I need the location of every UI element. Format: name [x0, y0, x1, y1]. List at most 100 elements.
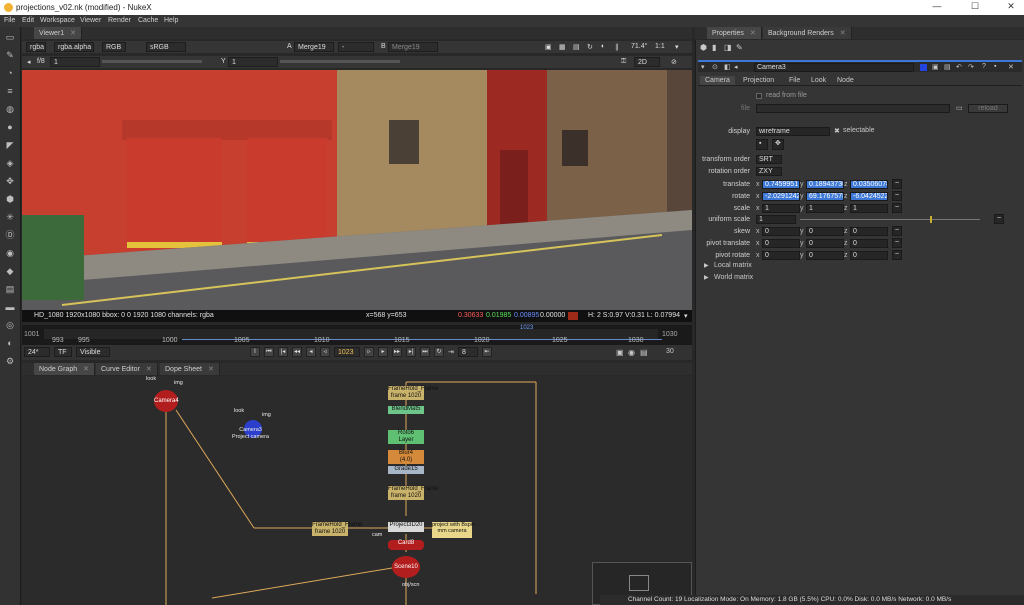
transform-order-dropdown[interactable]: SRT	[756, 155, 782, 164]
selectable-checkbox-icon[interactable]: ✖	[834, 127, 840, 135]
rotate-anim-icon[interactable]: ~	[892, 191, 902, 201]
out-point-button[interactable]: ⇤	[482, 347, 492, 357]
node-card[interactable]: Card8	[388, 540, 424, 550]
draw-icon[interactable]: ✎	[3, 49, 17, 61]
colorspace-dropdown[interactable]: sRGB	[146, 42, 186, 52]
close-icon[interactable]: ✕	[208, 366, 214, 373]
node-help-icon[interactable]: ⊙	[712, 63, 718, 71]
wipe-icon[interactable]: ⊘	[668, 57, 680, 67]
deep-icon[interactable]: Ⓓ	[3, 229, 17, 241]
input-b-dropdown[interactable]: Merge19	[388, 42, 438, 52]
node-tab-camera[interactable]: Camera	[700, 76, 735, 85]
tf-dropdown[interactable]: TF	[54, 347, 72, 357]
fps-dropdown[interactable]: 24*	[24, 347, 50, 357]
first-frame-button[interactable]: ⏮	[264, 347, 274, 357]
tab-background-renders[interactable]: Background Renders ✕	[763, 27, 852, 39]
pivot-translate-z-field[interactable]: 0	[850, 239, 888, 248]
play-forward-button[interactable]: ▸	[378, 347, 388, 357]
input-a-dropdown[interactable]: Merge19	[294, 42, 334, 52]
node-framehold-left[interactable]: FrameHold_Frame frame 1020	[312, 522, 362, 536]
transform-icon[interactable]: ✥	[3, 175, 17, 187]
next-key-button[interactable]: ▸|	[406, 347, 416, 357]
prev-frame-button[interactable]: ◃	[320, 347, 330, 357]
roi-icon[interactable]: ▣	[542, 42, 555, 52]
render-icon[interactable]: ▤	[640, 348, 648, 357]
skew-x-field[interactable]: 0	[762, 227, 800, 236]
local-matrix-label[interactable]: Local matrix	[714, 262, 752, 269]
menu-file[interactable]: File	[4, 17, 15, 24]
node-color-swatch[interactable]	[920, 64, 927, 71]
tab-properties[interactable]: Properties ✕	[707, 27, 762, 39]
3d-icon[interactable]: ⬢	[3, 193, 17, 205]
next-frame-button[interactable]: ▹	[364, 347, 374, 357]
menu-help[interactable]: Help	[164, 17, 178, 24]
capture-icon[interactable]: ◉	[628, 348, 635, 357]
tab-node-graph[interactable]: Node Graph ✕	[34, 363, 96, 375]
info-menu-icon[interactable]: ▾	[684, 312, 688, 320]
furnace-icon[interactable]: ◎	[3, 319, 17, 331]
uniform-scale-field[interactable]: 1	[756, 215, 796, 224]
redo-icon[interactable]: ↷	[968, 63, 974, 71]
settings-icon[interactable]: ⚙	[3, 355, 17, 367]
node-graph[interactable]: Camera4 look img Camera3 Project camera …	[22, 376, 692, 605]
skew-z-field[interactable]: 0	[850, 227, 888, 236]
gain-slider[interactable]	[102, 60, 202, 63]
node-settings-icon[interactable]: ◧	[724, 63, 731, 71]
gamma-field[interactable]: 1	[228, 57, 278, 67]
minimap-viewport[interactable]	[629, 575, 649, 591]
lock-icon[interactable]: ⚿	[618, 57, 629, 67]
particles-icon[interactable]: ✳	[3, 211, 17, 223]
pivot-translate-y-field[interactable]: 0	[806, 239, 844, 248]
views-icon[interactable]: ◉	[3, 247, 17, 259]
time-icon[interactable]: ◔	[3, 67, 17, 79]
node-project3d[interactable]: Project3D20	[388, 522, 424, 532]
close-icon[interactable]: ✕	[70, 30, 76, 37]
scale-x-field[interactable]: 1	[762, 204, 800, 213]
node-revert-icon[interactable]: ◂	[734, 63, 738, 71]
node-grade[interactable]: Grade15	[388, 466, 424, 474]
scale-y-field[interactable]: 1	[806, 204, 844, 213]
rotation-order-dropdown[interactable]: ZXY	[756, 167, 782, 176]
tab-viewer1[interactable]: Viewer1 ✕	[34, 27, 83, 39]
merge-icon[interactable]: ◈	[3, 157, 17, 169]
axis-button[interactable]: ▪	[756, 139, 768, 150]
move-button[interactable]: ✥	[772, 139, 784, 150]
node-blur[interactable]: Blur4 (4.0)	[388, 450, 424, 464]
compare-op-dropdown[interactable]: -	[338, 42, 374, 52]
scale-anim-icon[interactable]: ~	[892, 203, 902, 213]
refresh-icon[interactable]: ↻	[584, 42, 596, 52]
minimize-button[interactable]: —	[930, 1, 944, 13]
close-icon[interactable]: ✕	[750, 30, 756, 37]
node-tab-file[interactable]: File	[784, 76, 805, 85]
tab-dope-sheet[interactable]: Dope Sheet ✕	[160, 363, 220, 375]
clip-warning-icon[interactable]: ▦	[556, 42, 569, 52]
display-dropdown[interactable]: wireframe	[756, 127, 830, 136]
node-camera4[interactable]: Camera4	[154, 390, 179, 412]
flipbook-icon[interactable]: ▣	[616, 348, 624, 357]
play-backward-button[interactable]: ◂	[306, 347, 316, 357]
image-icon[interactable]: ▭	[3, 31, 17, 43]
file-path-field[interactable]	[756, 104, 950, 113]
rotate-y-field[interactable]: 69.1767578	[806, 192, 844, 201]
current-frame-marker[interactable]: 1023	[520, 325, 533, 331]
alpha-dropdown[interactable]: rgba.alpha	[54, 42, 94, 52]
node-tab-look[interactable]: Look	[806, 76, 831, 85]
pivot-rotate-anim-icon[interactable]: ~	[892, 250, 902, 260]
rotate-x-field[interactable]: -2.0291242	[762, 192, 800, 201]
menu-viewer[interactable]: Viewer	[80, 17, 101, 24]
collapse-icon[interactable]: ▾	[701, 63, 705, 71]
max-panels-icon[interactable]: ▮	[712, 43, 716, 52]
filter-icon[interactable]: ●	[3, 121, 17, 133]
viewer-menu-icon[interactable]: ▾	[672, 42, 682, 52]
channels-dropdown[interactable]: rgba	[26, 42, 46, 52]
pivot-translate-x-field[interactable]: 0	[762, 239, 800, 248]
pause-icon[interactable]: ∥	[612, 42, 622, 52]
uniform-scale-slider[interactable]	[800, 219, 980, 220]
pivot-rotate-z-field[interactable]: 0	[850, 251, 888, 260]
metadata-icon[interactable]: ◆	[3, 265, 17, 277]
gain-toggle-icon[interactable]: ◂	[24, 57, 34, 67]
ocio-icon[interactable]: ◐	[3, 337, 17, 349]
overlay-icon[interactable]: ◐	[598, 42, 608, 52]
menu-workspace[interactable]: Workspace	[40, 17, 75, 24]
close-icon[interactable]: ✕	[83, 366, 89, 373]
